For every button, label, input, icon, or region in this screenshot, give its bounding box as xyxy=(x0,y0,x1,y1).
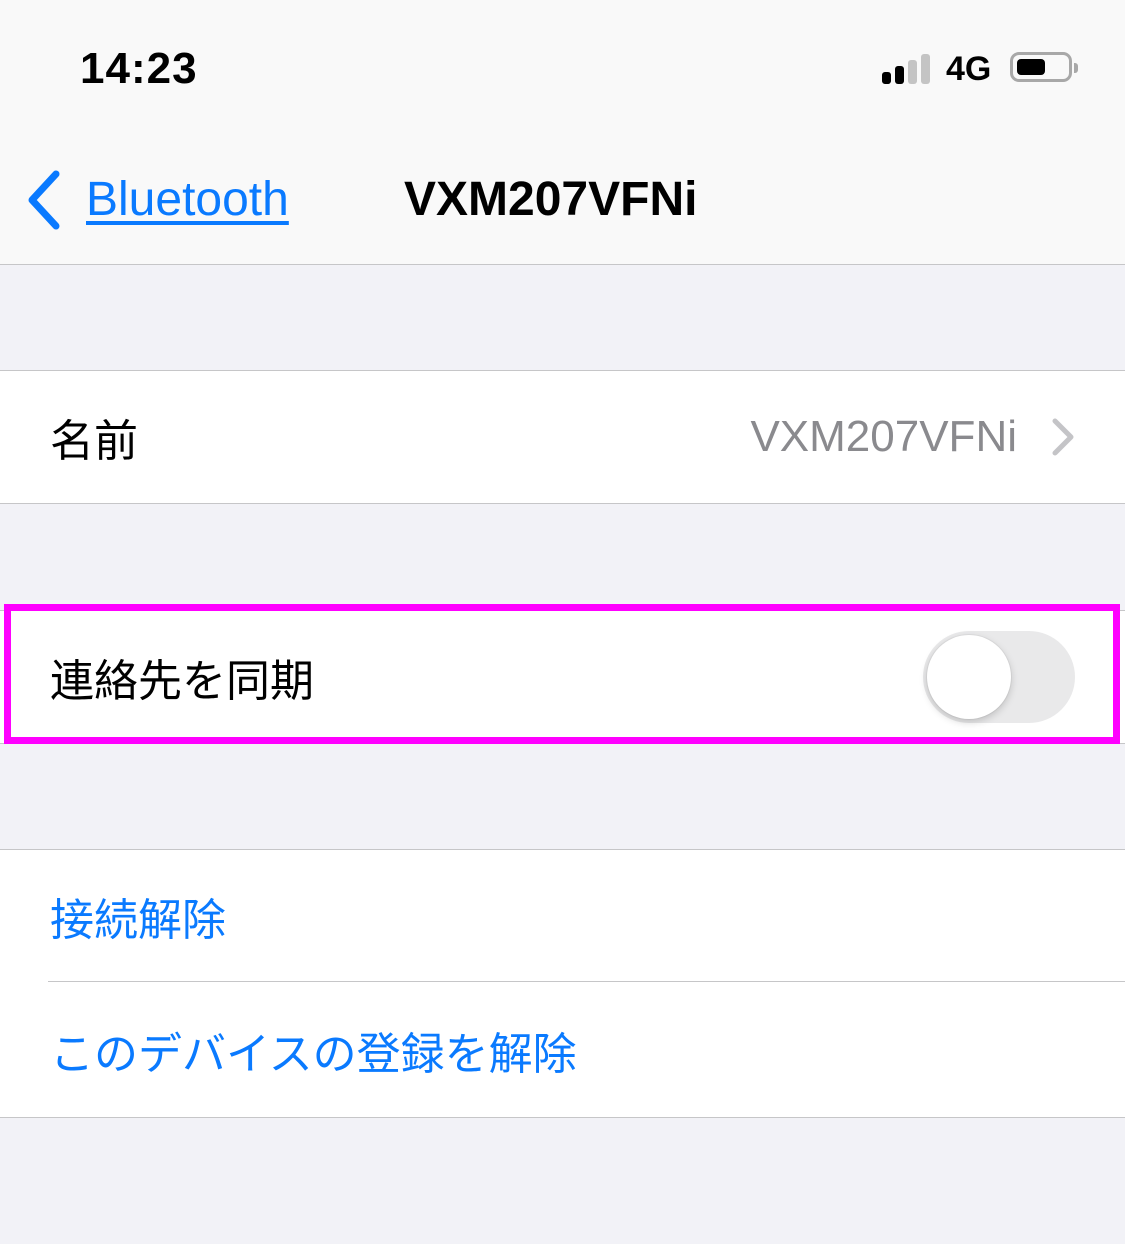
chevron-left-icon[interactable] xyxy=(24,170,64,230)
back-button[interactable]: Bluetooth xyxy=(86,172,289,227)
disconnect-button[interactable]: 接続解除 xyxy=(50,884,226,948)
forget-device-row[interactable]: このデバイスの登録を解除 xyxy=(0,982,1125,1117)
actions-group: 接続解除 このデバイスの登録を解除 xyxy=(0,849,1125,1118)
name-value: VXM207VFNi xyxy=(750,412,1017,461)
chevron-right-icon xyxy=(1052,418,1074,456)
sync-contacts-label: 連絡先を同期 xyxy=(50,657,314,706)
forget-device-button[interactable]: このデバイスの登録を解除 xyxy=(50,1018,577,1082)
status-bar: 14:23 4G xyxy=(0,0,1125,130)
disconnect-row[interactable]: 接続解除 xyxy=(0,850,1125,982)
sync-contacts-row: 連絡先を同期 xyxy=(0,611,1125,743)
page-title: VXM207VFNi xyxy=(404,173,698,226)
cellular-signal-icon xyxy=(882,52,934,84)
name-group: 名前 VXM207VFNi xyxy=(0,370,1125,504)
navigation-bar: Bluetooth VXM207VFNi xyxy=(0,130,1125,265)
name-row[interactable]: 名前 VXM207VFNi xyxy=(0,371,1125,503)
battery-icon xyxy=(1010,52,1078,82)
sync-contacts-toggle[interactable] xyxy=(923,631,1075,723)
toggle-knob xyxy=(927,635,1011,719)
network-type: 4G xyxy=(946,50,992,88)
status-time: 14:23 xyxy=(80,44,198,93)
name-label: 名前 xyxy=(50,417,138,466)
sync-group: 連絡先を同期 xyxy=(0,610,1125,744)
